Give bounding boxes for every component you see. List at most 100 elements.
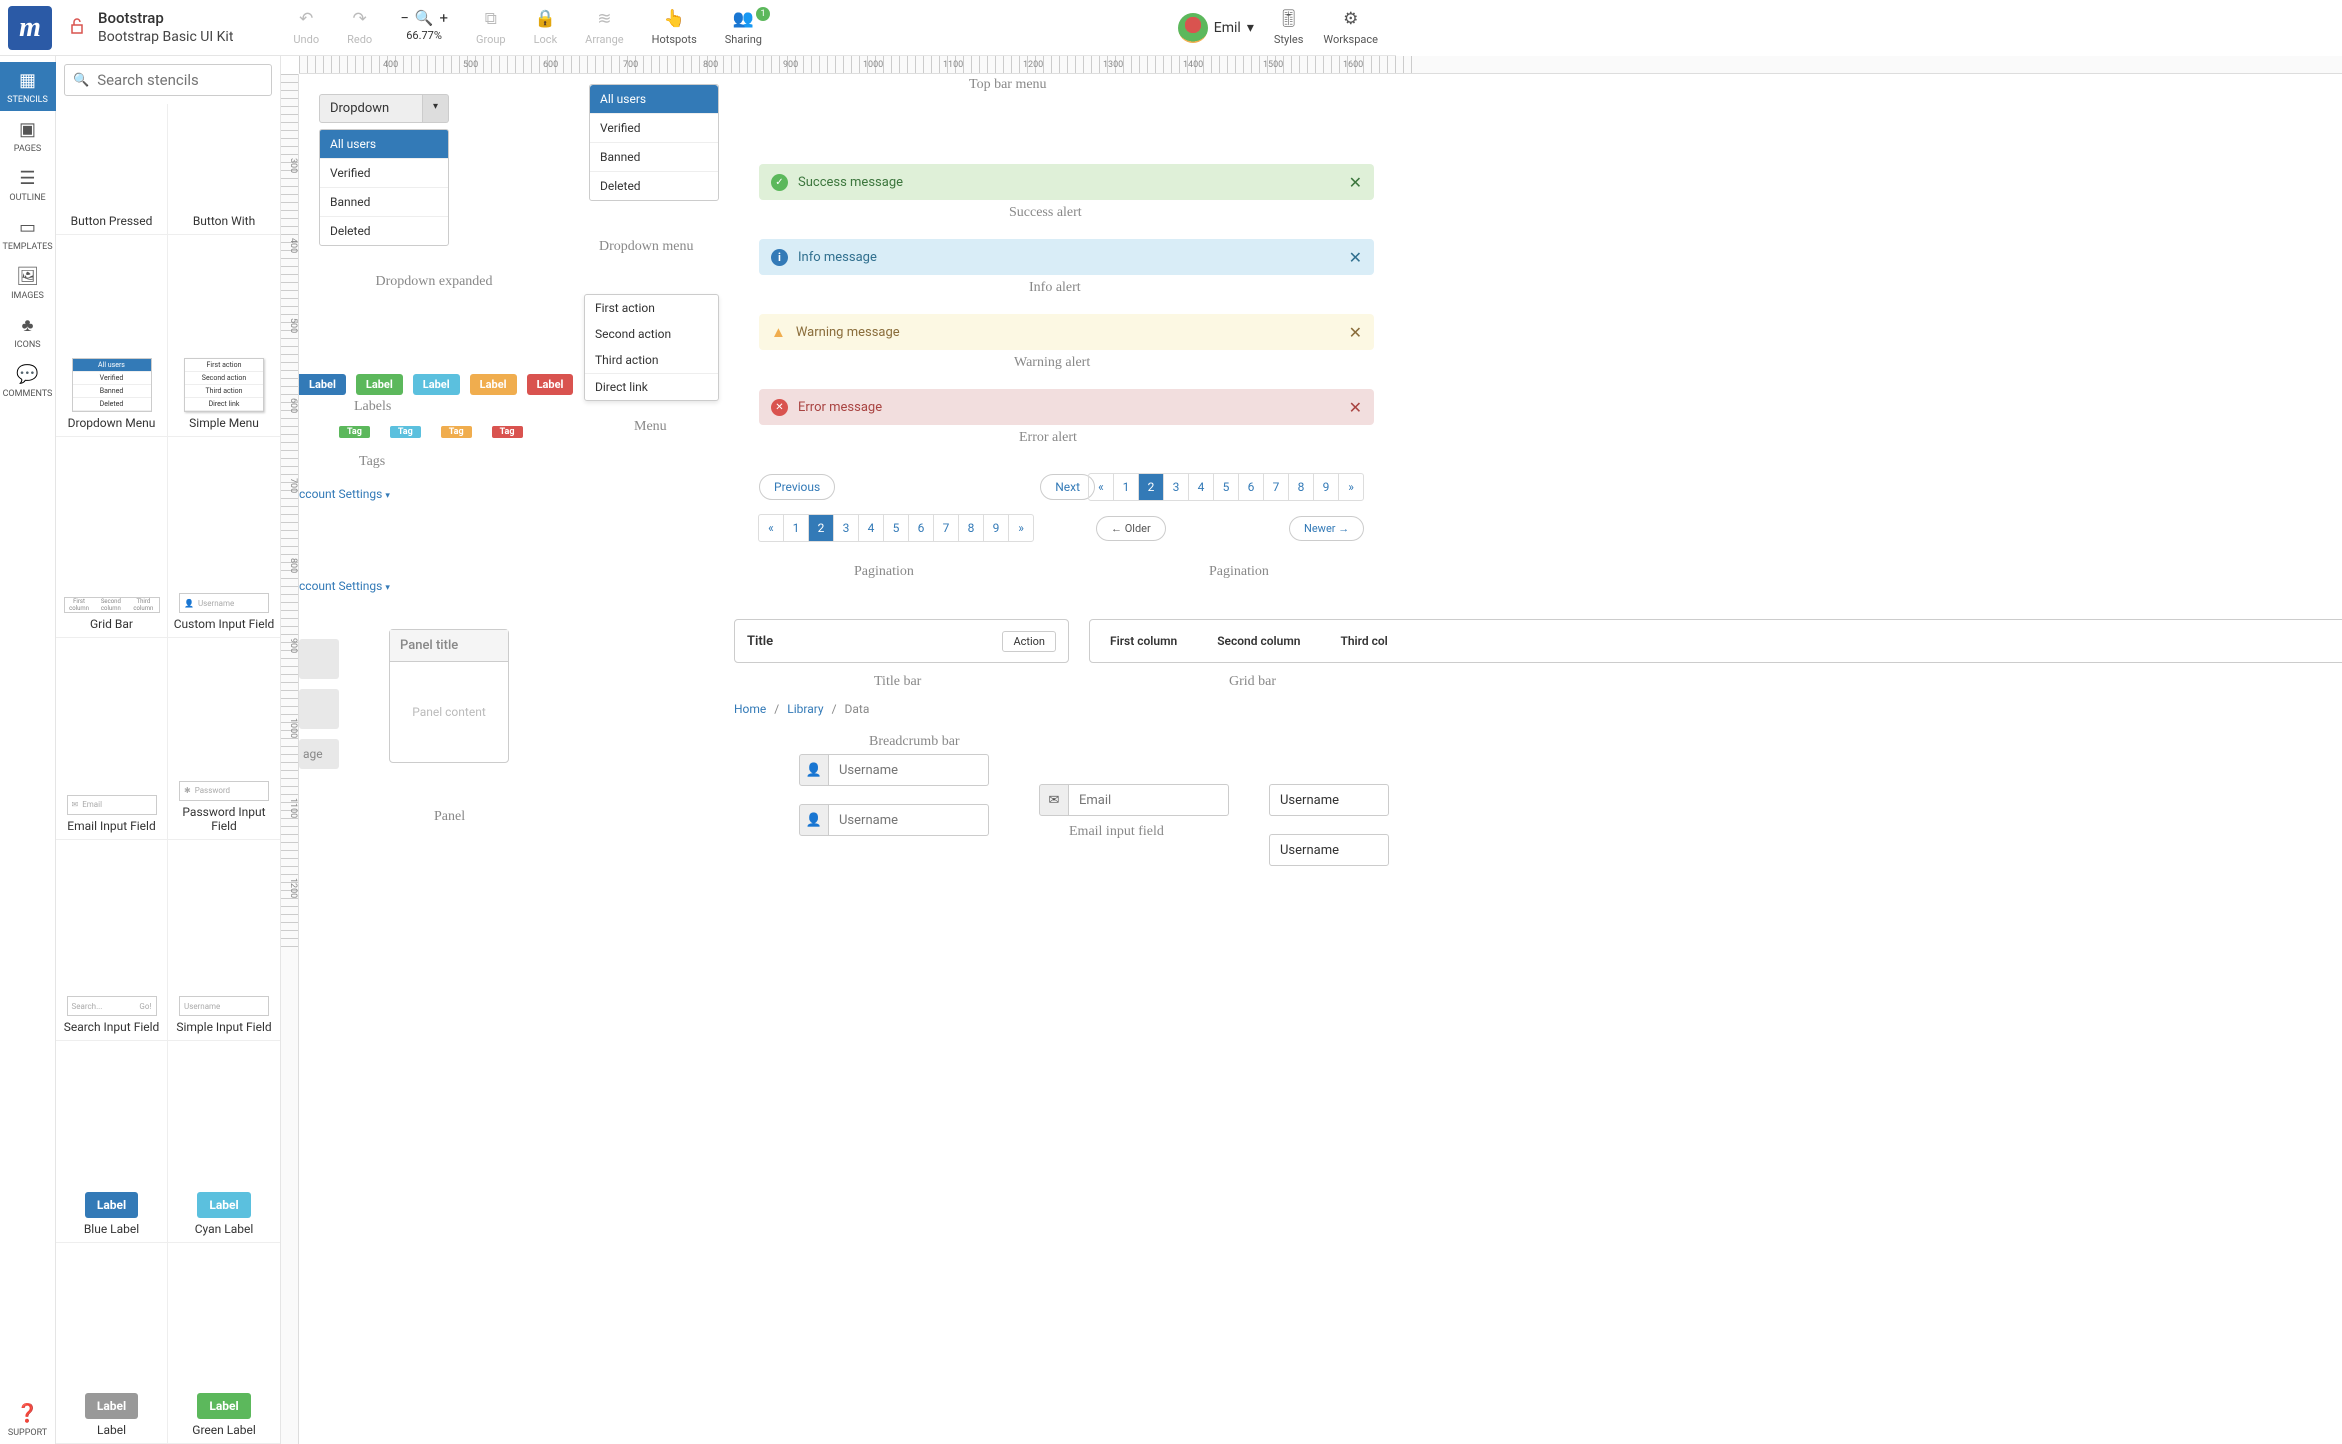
canvas-tag[interactable]: Tag (390, 426, 421, 438)
dropdown-item[interactable]: All users (590, 85, 718, 114)
page-number[interactable]: 3 (833, 514, 859, 542)
titlebar-action-button[interactable]: Action (1002, 631, 1056, 652)
stencil-grid-bar[interactable]: First columnSecond columnThird column Gr… (56, 437, 168, 638)
canvas-label[interactable]: Label (356, 374, 403, 395)
zoom-in-icon[interactable]: + (439, 9, 448, 27)
arrange-button[interactable]: ≋Arrange (585, 9, 623, 46)
rail-support[interactable]: ❓SUPPORT (0, 1395, 56, 1444)
page-number[interactable]: 4 (1188, 473, 1214, 501)
username-input-1[interactable]: 👤 (799, 754, 989, 786)
page-number[interactable]: 8 (958, 514, 984, 542)
menu-item[interactable]: Third action (585, 347, 718, 373)
stencil-search-input[interactable] (97, 71, 263, 89)
next-button[interactable]: Next (1040, 474, 1095, 500)
account-settings-link-1[interactable]: ccount Settings ▾ (299, 487, 390, 501)
page-number[interactable]: 9 (1313, 473, 1339, 501)
email-input[interactable]: ✉ (1039, 784, 1229, 816)
page-number[interactable]: 7 (933, 514, 959, 542)
newer-button[interactable]: Newer → (1289, 516, 1364, 541)
dropdown-expanded[interactable]: Dropdown▾ All users Verified Banned Dele… (319, 94, 449, 246)
rail-icons[interactable]: ♣ICONS (0, 307, 56, 356)
canvas-label[interactable]: Label (470, 374, 517, 395)
titlebar[interactable]: TitleAction (734, 619, 1069, 663)
sharing-button[interactable]: 👥Sharing1 (725, 9, 762, 46)
dropdown-item[interactable]: Deleted (590, 172, 718, 200)
canvas-label[interactable]: Label (413, 374, 460, 395)
lock-button[interactable]: 🔒Lock (534, 9, 558, 46)
page-number[interactable]: 5 (1213, 473, 1239, 501)
user-menu[interactable]: Emil▾ (1178, 13, 1254, 43)
input-field[interactable] (829, 754, 989, 786)
page-number[interactable]: 9 (983, 514, 1009, 542)
canvas-label[interactable]: Label (527, 374, 574, 395)
dropdown-menu[interactable]: All users Verified Banned Deleted (589, 84, 719, 201)
close-icon[interactable]: ✕ (1349, 398, 1362, 417)
dropdown-item[interactable]: Deleted (320, 217, 448, 245)
simple-menu[interactable]: First action Second action Third action … (584, 294, 719, 401)
panel[interactable]: Panel title Panel content (389, 629, 509, 763)
menu-item[interactable]: Direct link (585, 373, 718, 400)
stencil-gray-label[interactable]: LabelLabel (56, 1243, 168, 1444)
username-input-2[interactable]: 👤 (799, 804, 989, 836)
close-icon[interactable]: ✕ (1349, 173, 1362, 192)
chevron-down-icon[interactable]: ▾ (423, 94, 449, 123)
page-number[interactable]: 1 (1113, 473, 1139, 501)
stencil-simple-menu[interactable]: First actionSecond actionThird actionDir… (168, 235, 280, 436)
rail-outline[interactable]: ☰OUTLINE (0, 160, 56, 209)
app-logo[interactable]: m (8, 6, 52, 50)
stencil-search[interactable]: 🔍 (64, 64, 272, 96)
menu-item[interactable]: First action (585, 295, 718, 321)
stencil-email-input[interactable]: ✉Email Email Input Field (56, 638, 168, 839)
dropdown-item[interactable]: All users (320, 130, 448, 159)
stencil-blue-label[interactable]: LabelBlue Label (56, 1041, 168, 1242)
username-plain-2[interactable] (1269, 834, 1389, 866)
group-button[interactable]: ⧉Group (476, 9, 506, 46)
dropdown-item[interactable]: Verified (590, 114, 718, 143)
redo-button[interactable]: ↷Redo (347, 9, 372, 46)
canvas-tag[interactable]: Tag (492, 426, 523, 438)
alert-info[interactable]: iInfo message✕ (759, 239, 1374, 275)
alert-warning[interactable]: ▲Warning message✕ (759, 314, 1374, 350)
page-number[interactable]: 2 (1138, 473, 1164, 501)
close-icon[interactable]: ✕ (1349, 248, 1362, 267)
gridbar[interactable]: First columnSecond columnThird col (1089, 619, 2342, 663)
breadcrumb-link[interactable]: Library (787, 702, 823, 716)
older-button[interactable]: ← Older (1096, 516, 1166, 541)
page-number[interactable]: » (1008, 514, 1034, 542)
page-number[interactable]: « (1088, 473, 1114, 501)
page-number[interactable]: 5 (883, 514, 909, 542)
account-settings-link-2[interactable]: ccount Settings ▾ (299, 579, 390, 593)
menu-item[interactable]: Second action (585, 321, 718, 347)
styles-button[interactable]: 🎚Styles (1274, 9, 1304, 46)
alert-success[interactable]: ✓Success message✕ (759, 164, 1374, 200)
page-number[interactable]: « (758, 514, 784, 542)
hotspots-button[interactable]: 👆Hotspots (652, 9, 697, 46)
dropdown-header[interactable]: Dropdown (319, 94, 423, 123)
undo-button[interactable]: ↶Undo (293, 9, 319, 46)
rail-stencils[interactable]: ▦STENCILS (0, 62, 56, 111)
input-field[interactable] (829, 804, 989, 836)
page-number[interactable]: 2 (808, 514, 834, 542)
rail-pages[interactable]: ▣PAGES (0, 111, 56, 160)
dropdown-item[interactable]: Banned (590, 143, 718, 172)
stencil-cyan-label[interactable]: LabelCyan Label (168, 1041, 280, 1242)
stencil-button-pressed[interactable]: Button Pressed (56, 104, 168, 235)
page-number[interactable]: » (1338, 473, 1364, 501)
page-number[interactable]: 8 (1288, 473, 1314, 501)
workspace-button[interactable]: ⚙Workspace (1323, 9, 1378, 46)
canvas[interactable]: Top bar menu Dropdown▾ All users Verifie… (299, 74, 2342, 1444)
canvas-tag[interactable]: Tag (441, 426, 472, 438)
page-number[interactable]: 7 (1263, 473, 1289, 501)
stencil-dropdown-menu[interactable]: All usersVerifiedBannedDeleted Dropdown … (56, 235, 168, 436)
page-number[interactable]: 6 (908, 514, 934, 542)
rail-comments[interactable]: 💬COMMENTS (0, 356, 56, 405)
username-plain-1[interactable] (1269, 784, 1389, 816)
zoom-out-icon[interactable]: − (400, 9, 409, 27)
stencil-custom-input[interactable]: 👤Username Custom Input Field (168, 437, 280, 638)
page-number[interactable]: 3 (1163, 473, 1189, 501)
input-field[interactable] (1069, 784, 1229, 816)
breadcrumb-link[interactable]: Home (734, 702, 766, 716)
page-number[interactable]: 4 (858, 514, 884, 542)
gray-block[interactable]: age (299, 739, 339, 769)
rail-images[interactable]: 🖼IMAGES (0, 258, 56, 307)
